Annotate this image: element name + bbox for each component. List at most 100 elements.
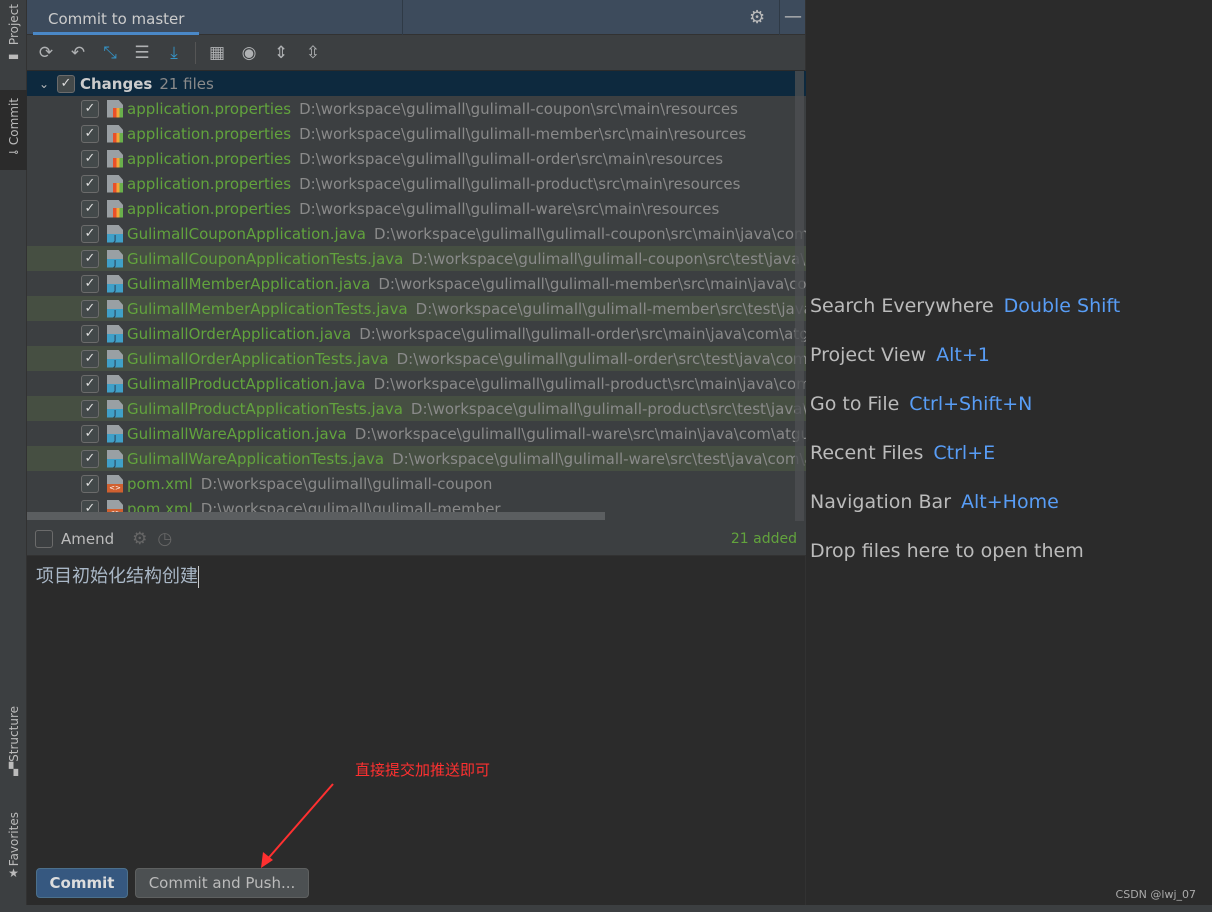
- properties-file-icon: [107, 174, 123, 193]
- file-row[interactable]: ✓ GulimallWareApplication.java D:\workspac…: [27, 421, 806, 446]
- tool-tab-project[interactable]: Project ▬: [0, 4, 27, 80]
- commit-message-input[interactable]: 项目初始化结构创建: [36, 562, 199, 588]
- file-checkbox[interactable]: ✓: [81, 199, 99, 218]
- hint-item: Go to File Ctrl+Shift+N: [810, 393, 1120, 442]
- chevron-down-icon[interactable]: ⌄: [27, 77, 57, 91]
- divider: [402, 0, 403, 35]
- refresh-icon[interactable]: ⟳: [35, 43, 57, 63]
- panel-header: Commit to master ⚙ —: [27, 0, 805, 35]
- java-file-icon: [107, 299, 123, 318]
- properties-file-icon: [107, 99, 123, 118]
- file-row[interactable]: ✓ GulimallMemberApplicationTests.java D:\w…: [27, 296, 806, 321]
- file-path: D:\workspace\gulimall\gulimall-product\s…: [299, 174, 741, 193]
- file-checkbox[interactable]: ✓: [81, 224, 99, 243]
- file-path: D:\workspace\gulimall\gulimall-order\src…: [359, 324, 806, 343]
- changes-tree: ⌄ ✓ Changes 21 files ✓ application.proper…: [27, 71, 806, 523]
- vertical-scrollbar[interactable]: [795, 71, 804, 521]
- file-checkbox[interactable]: ✓: [81, 299, 99, 318]
- file-checkbox[interactable]: ✓: [81, 374, 99, 393]
- amend-label[interactable]: Amend: [61, 530, 114, 548]
- java-file-icon: [107, 349, 123, 368]
- file-row[interactable]: ✓ GulimallCouponApplicationTests.java D:\w…: [27, 246, 806, 271]
- file-row[interactable]: ✓ GulimallProductApplication.java D:\works…: [27, 371, 806, 396]
- editor-empty-hints: Search Everywhere Double Shift Project Vie…: [810, 295, 1120, 589]
- history-icon[interactable]: ◷: [157, 529, 172, 549]
- file-row[interactable]: ✓ GulimallOrderApplication.java D:\workspa…: [27, 321, 806, 346]
- file-name: GulimallProductApplication.java: [127, 374, 366, 393]
- file-checkbox[interactable]: ✓: [81, 349, 99, 368]
- watermark: CSDN @lwj_07: [1115, 888, 1196, 901]
- file-name: GulimallOrderApplicationTests.java: [127, 349, 389, 368]
- view-options-icon[interactable]: ◉: [238, 43, 260, 63]
- file-row[interactable]: ✓ application.properties D:\workspace\guli…: [27, 121, 806, 146]
- commit-and-push-button[interactable]: Commit and Push...: [135, 868, 309, 898]
- tab-commit-to-master[interactable]: Commit to master: [33, 0, 200, 35]
- file-checkbox[interactable]: ✓: [81, 274, 99, 293]
- changes-checkbox[interactable]: ✓: [57, 74, 75, 93]
- file-row[interactable]: ✓ application.properties D:\workspace\guli…: [27, 96, 806, 121]
- file-checkbox[interactable]: ✓: [81, 99, 99, 118]
- gear-icon[interactable]: ⚙: [749, 7, 765, 28]
- file-row[interactable]: ✓ GulimallWareApplicationTests.java D:\wor…: [27, 446, 806, 471]
- file-name: GulimallMemberApplication.java: [127, 274, 371, 293]
- file-checkbox[interactable]: ✓: [81, 474, 99, 493]
- file-path: D:\workspace\gulimall\gulimall-coupon\sr…: [411, 249, 806, 268]
- file-row[interactable]: ✓ GulimallProductApplicationTests.java D:\…: [27, 396, 806, 421]
- file-row[interactable]: ✓ GulimallMemberApplication.java D:\worksp…: [27, 271, 806, 296]
- java-file-icon: [107, 449, 123, 468]
- hint-shortcut: Alt+1: [936, 344, 990, 366]
- collapse-all-icon[interactable]: ⇳: [302, 43, 324, 63]
- hint-label: Recent Files: [810, 442, 924, 464]
- changes-label: Changes: [80, 74, 153, 93]
- horizontal-scrollbar[interactable]: [27, 512, 605, 520]
- amend-checkbox[interactable]: [35, 530, 53, 548]
- file-path: D:\workspace\gulimall\gulimall-member\sr…: [378, 274, 806, 293]
- group-by-icon[interactable]: ▦: [206, 43, 228, 63]
- file-row[interactable]: ✓ application.properties D:\workspace\guli…: [27, 196, 806, 221]
- file-row[interactable]: ✓ pom.xml D:\workspace\gulimall\gulimall-c…: [27, 471, 806, 496]
- file-row[interactable]: ✓ application.properties D:\workspace\guli…: [27, 171, 806, 196]
- file-checkbox[interactable]: ✓: [81, 249, 99, 268]
- tool-tab-structure[interactable]: Structure ▚: [0, 706, 27, 790]
- rollback-icon[interactable]: ↶: [67, 43, 89, 63]
- changes-group-row[interactable]: ⌄ ✓ Changes 21 files: [27, 71, 806, 96]
- file-name: GulimallOrderApplication.java: [127, 324, 352, 343]
- java-file-icon: [107, 324, 123, 343]
- commit-button[interactable]: Commit: [36, 868, 128, 898]
- xml-file-icon: [107, 474, 123, 493]
- changelist-icon[interactable]: ☰: [131, 43, 153, 63]
- file-path: D:\workspace\gulimall\gulimall-order\src…: [396, 349, 806, 368]
- hint-shortcut: Alt+Home: [961, 491, 1059, 513]
- gear-icon[interactable]: ⚙: [132, 529, 147, 549]
- file-checkbox[interactable]: ✓: [81, 399, 99, 418]
- folder-icon: ▬: [7, 49, 20, 64]
- expand-all-icon[interactable]: ⇕: [270, 43, 292, 63]
- file-row[interactable]: ✓ GulimallOrderApplicationTests.java D:\wo…: [27, 346, 806, 371]
- minimize-icon[interactable]: —: [779, 0, 806, 35]
- amend-bar: Amend ⚙ ◷ 21 added: [27, 523, 806, 556]
- status-bar: [0, 905, 1212, 912]
- hint-label: Drop files here to open them: [810, 540, 1084, 562]
- file-checkbox[interactable]: ✓: [81, 174, 99, 193]
- hint-shortcut: Ctrl+Shift+N: [909, 393, 1033, 415]
- changes-status: 21 added: [730, 531, 797, 547]
- hint-label: Search Everywhere: [810, 295, 994, 317]
- file-checkbox[interactable]: ✓: [81, 424, 99, 443]
- text-caret: [198, 566, 199, 588]
- file-row[interactable]: ✓ GulimallCouponApplication.java D:\worksp…: [27, 221, 806, 246]
- hint-item: Drop files here to open them: [810, 540, 1120, 589]
- file-row[interactable]: ✓ application.properties D:\workspace\guli…: [27, 146, 806, 171]
- file-name: GulimallMemberApplicationTests.java: [127, 299, 408, 318]
- file-name: pom.xml: [127, 474, 193, 493]
- tool-tab-favorites[interactable]: Favorites ★: [0, 812, 27, 898]
- tab-label: Structure: [6, 706, 21, 762]
- file-checkbox[interactable]: ✓: [81, 324, 99, 343]
- shelve-icon[interactable]: ⤓: [163, 43, 185, 63]
- tool-tab-commit[interactable]: Commit ⊸: [0, 90, 27, 170]
- file-name: application.properties: [127, 99, 292, 118]
- file-checkbox[interactable]: ✓: [81, 449, 99, 468]
- tab-label: Commit: [6, 98, 21, 146]
- diff-icon[interactable]: ⤡: [99, 43, 121, 63]
- file-checkbox[interactable]: ✓: [81, 149, 99, 168]
- file-checkbox[interactable]: ✓: [81, 124, 99, 143]
